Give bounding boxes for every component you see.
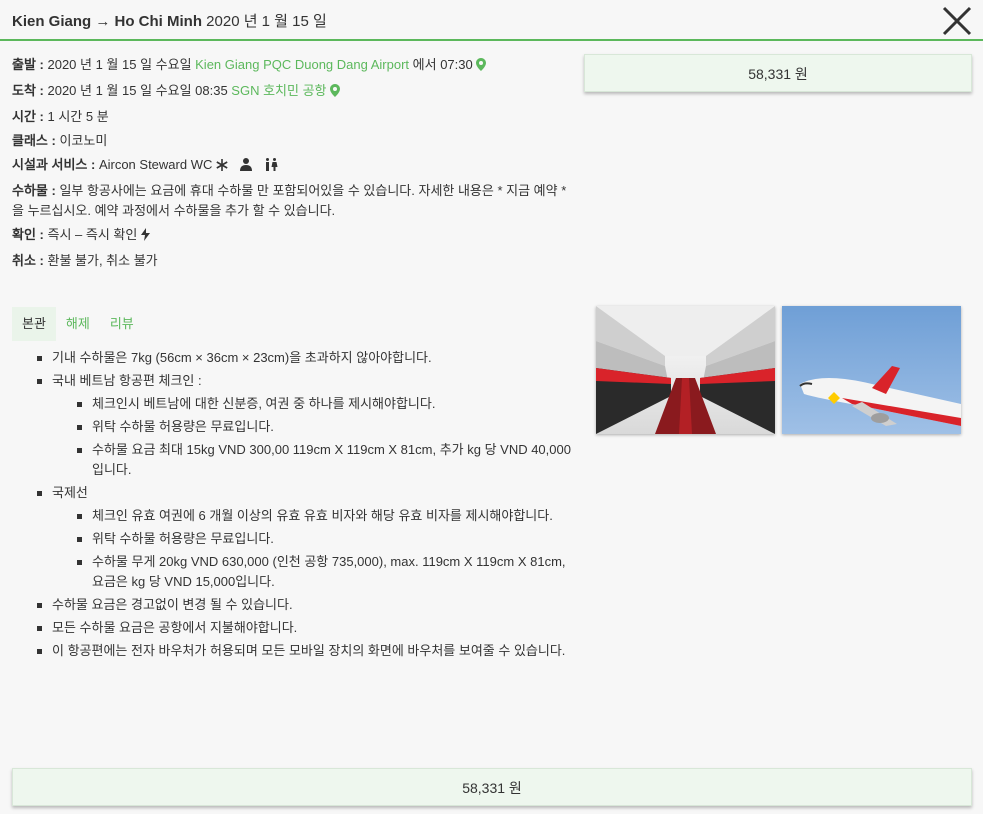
departure-row: 출발 : 2020 년 1 월 15 일 수요일 Kien Giang PQC … — [12, 53, 572, 79]
departure-airport-link[interactable]: Kien Giang PQC Duong Dang Airport — [195, 57, 409, 72]
snowflake-icon — [216, 155, 228, 179]
departure-label: 출발 : — [12, 57, 44, 72]
confirmation-row: 확인 : 즉시 – 즉시 확인 — [12, 223, 572, 249]
facilities-value: Aircon Steward WC — [95, 157, 213, 172]
departure-datetime: 2020 년 1 월 15 일 수요일 — [43, 57, 196, 72]
arrival-row: 도착 : 2020 년 1 월 15 일 수요일 08:35 SGN 호치민 공… — [12, 79, 572, 105]
cancellation-label: 취소 : — [12, 253, 44, 268]
class-label: 클래스 : — [12, 133, 56, 148]
duration-label: 시간 : — [12, 109, 44, 124]
facilities-row: 시설과 서비스 : Aircon Steward WC — [12, 153, 572, 179]
modal-title: Kien Giang → Ho Chi Minh 2020 년 1 월 15 일 — [12, 10, 327, 31]
map-pin-icon[interactable] — [329, 81, 340, 105]
arrival-datetime: 2020 년 1 월 15 일 수요일 08:35 — [43, 83, 232, 98]
list-item: 위탁 수하물 허용량은 무료입니다. — [77, 417, 572, 437]
rules-list: 기내 수하물은 7kg (56cm × 36cm × 23cm)을 초과하지 않… — [12, 348, 572, 661]
list-item: 수하물 무게 20kg VND 630,000 (인천 공항 735,000),… — [77, 552, 572, 592]
list-item: 이 항공편에는 전자 바우처가 허용되며 모든 모바일 장치의 화면에 바우처를… — [37, 641, 572, 661]
tab-cancellation[interactable]: 해제 — [56, 307, 100, 341]
cabin-interior-photo[interactable] — [596, 306, 775, 434]
tab-reviews[interactable]: 리뷰 — [100, 307, 144, 341]
bolt-icon — [141, 225, 151, 249]
list-item: 기내 수하물은 7kg (56cm × 36cm × 23cm)을 초과하지 않… — [37, 348, 572, 368]
baggage-rules: 기내 수하물은 7kg (56cm × 36cm × 23cm)을 초과하지 않… — [12, 348, 572, 664]
list-item: 국내 베트남 항공편 체크인 : 체크인시 베트남에 대한 신분증, 여권 중 … — [37, 371, 572, 480]
facilities-label: 시설과 서비스 : — [12, 157, 96, 172]
international-heading: 국제선 — [52, 485, 88, 500]
route-title: Kien Giang → Ho Chi Minh — [12, 13, 202, 30]
list-item: 수하물 요금 최대 15kg VND 300,00 119cm X 119cm … — [77, 440, 572, 480]
map-pin-icon[interactable] — [475, 55, 486, 79]
tab-bar: 본관 해제 리뷰 — [12, 307, 144, 341]
baggage-value: 일부 항공사에는 요금에 휴대 수하물 만 포함되어있을 수 있습니다. 자세한… — [12, 183, 567, 218]
airplane-photo[interactable] — [782, 306, 961, 434]
confirmation-value: 즉시 – 즉시 확인 — [43, 227, 138, 242]
price-button-bottom[interactable]: 58,331 원 — [12, 768, 972, 806]
cancellation-row: 취소 : 환불 불가, 취소 불가 — [12, 249, 572, 273]
list-item: 위탁 수하물 허용량은 무료입니다. — [77, 529, 572, 549]
list-item: 체크인시 베트남에 대한 신분증, 여권 중 하나를 제시해야합니다. — [77, 394, 572, 414]
list-item: 체크인 유효 여권에 6 개월 이상의 유효 유효 비자와 해당 유효 비자를 … — [77, 506, 572, 526]
modal-header: Kien Giang → Ho Chi Minh 2020 년 1 월 15 일 — [0, 0, 983, 41]
domestic-heading: 국내 베트남 항공편 체크인 : — [52, 373, 202, 388]
price-button-top[interactable]: 58,331 원 — [584, 54, 972, 92]
close-button[interactable] — [938, 2, 976, 40]
close-icon — [942, 6, 972, 36]
baggage-label: 수하물 : — [12, 183, 56, 198]
domestic-sublist: 체크인시 베트남에 대한 신분증, 여권 중 하나를 제시해야합니다. 위탁 수… — [52, 394, 572, 480]
confirmation-label: 확인 : — [12, 227, 44, 242]
steward-icon — [240, 155, 253, 179]
international-sublist: 체크인 유효 여권에 6 개월 이상의 유효 유효 비자와 해당 유효 비자를 … — [52, 506, 572, 592]
departure-time: 에서 07:30 — [409, 57, 473, 72]
arrival-airport-link[interactable]: SGN 호치민 공항 — [231, 83, 326, 98]
list-item: 국제선 체크인 유효 여권에 6 개월 이상의 유효 유효 비자와 해당 유효 … — [37, 483, 572, 592]
list-item: 수하물 요금은 경고없이 변경 될 수 있습니다. — [37, 595, 572, 615]
class-row: 클래스 : 이코노미 — [12, 129, 572, 153]
class-value: 이코노미 — [55, 133, 108, 148]
flight-details: 출발 : 2020 년 1 월 15 일 수요일 Kien Giang PQC … — [12, 53, 572, 273]
duration-row: 시간 : 1 시간 5 분 — [12, 105, 572, 129]
list-item: 모든 수하물 요금은 공항에서 지불해야합니다. — [37, 618, 572, 638]
duration-value: 1 시간 5 분 — [43, 109, 109, 124]
arrival-label: 도착 : — [12, 83, 44, 98]
tab-main[interactable]: 본관 — [12, 307, 56, 341]
cancellation-value: 환불 불가, 취소 불가 — [43, 253, 158, 268]
baggage-row: 수하물 : 일부 항공사에는 요금에 휴대 수하물 만 포함되어있을 수 있습니… — [12, 179, 572, 223]
restroom-icon — [264, 155, 278, 179]
flight-date: 2020 년 1 월 15 일 — [202, 13, 327, 30]
